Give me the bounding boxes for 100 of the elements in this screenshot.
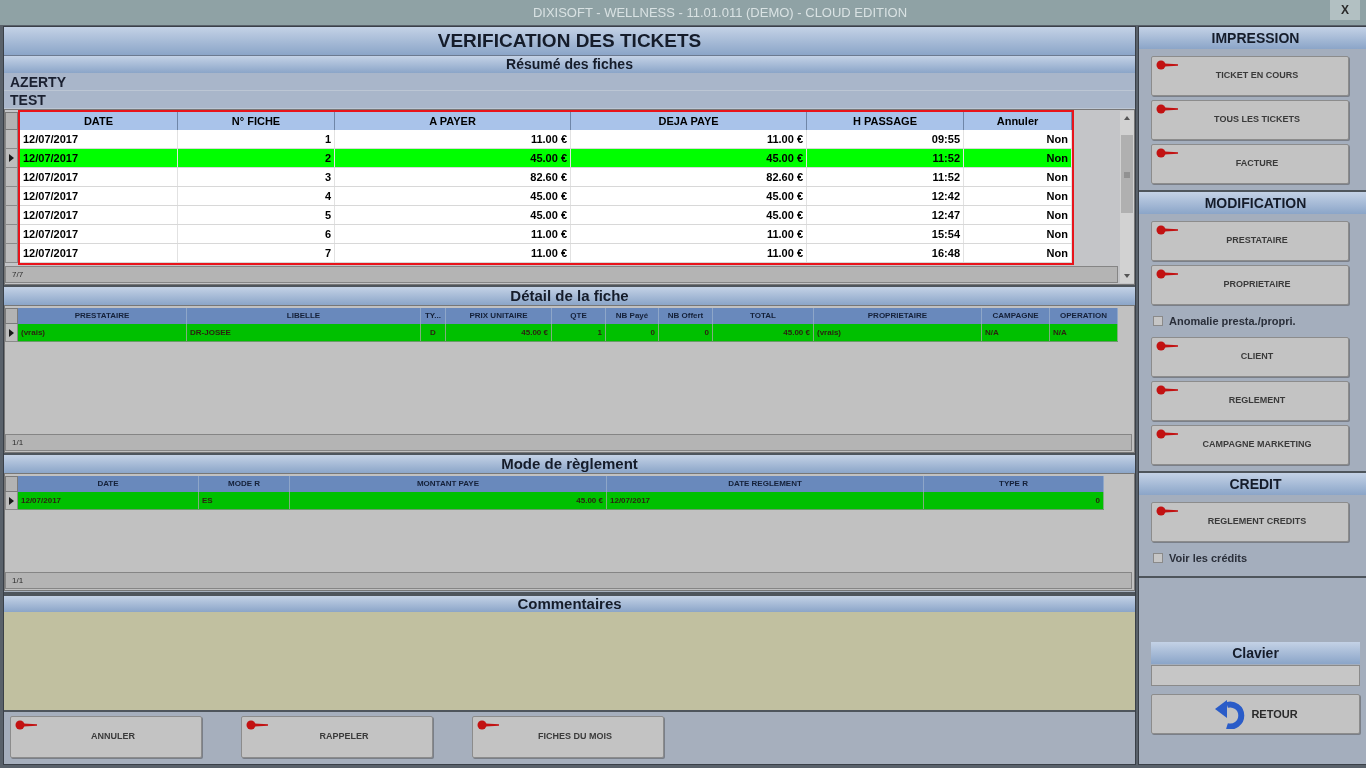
pushpin-icon	[1156, 225, 1178, 235]
back-button[interactable]: RETOUR	[1151, 694, 1360, 734]
table-cell: Non	[964, 130, 1072, 148]
column-header[interactable]: MONTANT PAYE	[290, 476, 607, 492]
table-row[interactable]: 12/07/2017 1 11.00 € 11.00 € 09:55 Non	[20, 130, 1072, 149]
record-counter: 7/7	[5, 266, 1118, 283]
table-cell: 45.00 €	[335, 149, 571, 167]
info-text: AZERTY	[4, 73, 1135, 91]
column-header[interactable]: A PAYER	[335, 112, 571, 130]
column-header[interactable]: TY...	[421, 308, 446, 324]
table-row[interactable]: 12/07/2017 5 45.00 € 45.00 € 12:47 Non	[20, 206, 1072, 225]
action-button[interactable]: REGLEMENT	[1151, 381, 1349, 421]
pushpin-icon	[1156, 385, 1178, 395]
column-header[interactable]: TYPE R	[924, 476, 1104, 492]
table-cell: Non	[964, 206, 1072, 224]
column-header[interactable]: H PASSAGE	[807, 112, 964, 130]
action-button[interactable]: RAPPELER	[241, 716, 433, 758]
table-row[interactable]: 12/07/2017 4 45.00 € 45.00 € 12:42 Non	[20, 187, 1072, 206]
action-button[interactable]: CAMPAGNE MARKETING	[1151, 425, 1349, 465]
table-cell: 12/07/2017	[20, 187, 178, 205]
table-cell: 12/07/2017	[20, 206, 178, 224]
action-button[interactable]: FACTURE	[1151, 144, 1349, 184]
table-cell: Non	[964, 149, 1072, 167]
comments-field[interactable]	[4, 612, 1135, 710]
section-header: Résumé des fiches	[4, 55, 1135, 73]
close-button[interactable]: X	[1330, 0, 1360, 20]
action-button[interactable]: PROPRIETAIRE	[1151, 265, 1349, 305]
table-cell: Non	[964, 187, 1072, 205]
action-button[interactable]: TOUS LES TICKETS	[1151, 100, 1349, 140]
column-header[interactable]: PRIX UNITAIRE	[446, 308, 552, 324]
column-header[interactable]: CAMPAGNE	[982, 308, 1050, 324]
pushpin-icon	[15, 720, 37, 730]
section-header: VERIFICATION DES TICKETS	[4, 27, 1135, 55]
table-cell: 12/07/2017	[20, 225, 178, 243]
table-row[interactable]: 12/07/2017 6 11.00 € 11.00 € 15:54 Non	[20, 225, 1072, 244]
column-header[interactable]: N° FICHE	[178, 112, 335, 130]
action-button[interactable]: ANNULER	[10, 716, 202, 758]
row-selector[interactable]	[5, 149, 18, 168]
table-cell: 12/07/2017	[20, 149, 178, 167]
record-counter: 1/1	[5, 572, 1132, 589]
action-button[interactable]: REGLEMENT CREDITS	[1151, 502, 1349, 542]
row-pointer-icon	[9, 154, 14, 162]
column-header[interactable]: NB Payé	[606, 308, 659, 324]
table-cell: 11.00 €	[335, 225, 571, 243]
table-cell: 45.00 €	[571, 149, 807, 167]
table-row[interactable]: (vrais) DR-JOSEE D 45.00 € 1 0 0 45.00 € (vrais) N/A N/A	[18, 324, 1118, 342]
column-header[interactable]: MODE R	[199, 476, 290, 492]
table-cell: 11.00 €	[335, 244, 571, 262]
action-button[interactable]: FICHES DU MOIS	[472, 716, 664, 758]
column-header[interactable]: DEJA PAYE	[571, 112, 807, 130]
column-header[interactable]: PRESTATAIRE	[18, 308, 187, 324]
table-row[interactable]: 12/07/2017 2 45.00 € 45.00 € 11:52 Non	[20, 149, 1072, 168]
action-button[interactable]: TICKET EN COURS	[1151, 56, 1349, 96]
table-cell: 45.00 €	[713, 324, 814, 341]
vertical-scrollbar[interactable]	[1120, 111, 1134, 283]
column-header[interactable]: Annuler	[964, 112, 1072, 130]
pushpin-icon	[1156, 341, 1178, 351]
table-cell: 45.00 €	[571, 187, 807, 205]
column-header[interactable]: LIBELLE	[187, 308, 421, 324]
table-row[interactable]: 12/07/2017 7 11.00 € 11.00 € 16:48 Non	[20, 244, 1072, 263]
table-cell: (vrais)	[18, 324, 187, 341]
table-cell: 45.00 €	[446, 324, 552, 341]
column-header[interactable]: QTE	[552, 308, 606, 324]
section-header: Commentaires	[4, 592, 1135, 612]
table-cell: 45.00 €	[335, 187, 571, 205]
checkbox[interactable]	[1153, 553, 1163, 563]
section-header: Détail de la fiche	[4, 285, 1135, 305]
pushpin-icon	[477, 720, 499, 730]
pushpin-icon	[1156, 104, 1178, 114]
table-cell: 12/07/2017	[18, 492, 199, 509]
action-button[interactable]: CLIENT	[1151, 337, 1349, 377]
keyboard-input-field[interactable]	[1151, 665, 1360, 686]
table-cell: 82.60 €	[571, 168, 807, 186]
column-header[interactable]: PROPRIETAIRE	[814, 308, 982, 324]
checkbox[interactable]	[1153, 316, 1163, 326]
table-cell: 6	[178, 225, 335, 243]
column-header[interactable]: DATE	[20, 112, 178, 130]
column-header[interactable]: NB Offert	[659, 308, 713, 324]
table-cell: Non	[964, 168, 1072, 186]
section-header: MODIFICATION	[1139, 192, 1366, 214]
table-cell: 2	[178, 149, 335, 167]
column-header[interactable]: OPERATION	[1050, 308, 1118, 324]
table-cell: Non	[964, 225, 1072, 243]
row-selector[interactable]	[5, 324, 18, 342]
section-header: CREDIT	[1139, 473, 1366, 495]
table-cell: 4	[178, 187, 335, 205]
table-cell: 7	[178, 244, 335, 262]
column-header[interactable]: DATE REGLEMENT	[607, 476, 924, 492]
table-cell: 0	[924, 492, 1104, 509]
table-row[interactable]: 12/07/2017 ES 45.00 € 12/07/2017 0	[18, 492, 1104, 510]
column-header[interactable]: TOTAL	[713, 308, 814, 324]
table-cell: 12/07/2017	[607, 492, 924, 509]
row-selector[interactable]	[5, 492, 18, 510]
table-row[interactable]: 12/07/2017 3 82.60 € 82.60 € 11:52 Non	[20, 168, 1072, 187]
table-cell: 45.00 €	[290, 492, 607, 509]
table-cell: 11:52	[807, 168, 964, 186]
action-button[interactable]: PRESTATAIRE	[1151, 221, 1349, 261]
table-cell: 11.00 €	[571, 244, 807, 262]
section-header: Mode de règlement	[4, 453, 1135, 473]
column-header[interactable]: DATE	[18, 476, 199, 492]
